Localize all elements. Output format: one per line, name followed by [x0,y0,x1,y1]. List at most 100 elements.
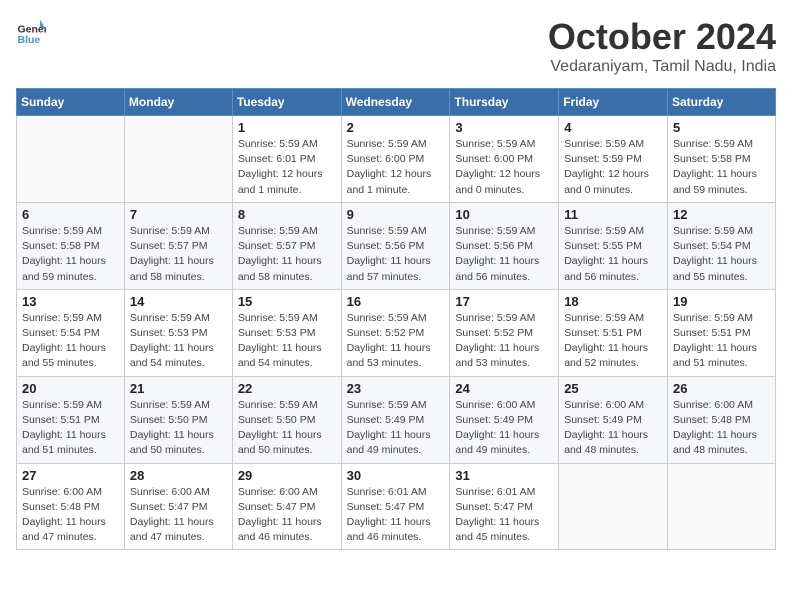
day-info: Sunrise: 5:59 AM Sunset: 5:58 PM Dayligh… [673,137,770,198]
calendar-cell: 10 Sunrise: 5:59 AM Sunset: 5:56 PM Dayli… [450,202,559,289]
calendar-cell: 31Sunrise: 6:01 AM Sunset: 5:47 PM Dayli… [450,463,559,550]
day-number: 3 [455,120,553,135]
calendar-cell: 29 Sunrise: 6:00 AM Sunset: 5:47 PM Dayli… [232,463,341,550]
day-info: Sunrise: 5:59 AM Sunset: 5:56 PM Dayligh… [347,224,445,285]
calendar-week-row: 6 Sunrise: 5:59 AM Sunset: 5:58 PM Daylig… [17,202,776,289]
day-info: Sunrise: 5:59 AM Sunset: 5:54 PM Dayligh… [673,224,770,285]
calendar-cell: 9 Sunrise: 5:59 AM Sunset: 5:56 PM Daylig… [341,202,450,289]
day-number: 29 [238,468,336,483]
day-number: 16 [347,294,445,309]
day-number: 15 [238,294,336,309]
calendar-header: SundayMondayTuesdayWednesdayThursdayFrid… [17,89,776,116]
day-number: 24 [455,381,553,396]
day-info: Sunrise: 5:59 AM Sunset: 5:52 PM Dayligh… [455,311,553,372]
calendar-cell: 19Sunrise: 5:59 AM Sunset: 5:51 PM Dayli… [668,289,776,376]
calendar-cell: 15 Sunrise: 5:59 AM Sunset: 5:53 PM Dayli… [232,289,341,376]
day-number: 14 [130,294,227,309]
weekday-header-friday: Friday [559,89,668,116]
day-info: Sunrise: 5:59 AM Sunset: 5:53 PM Dayligh… [238,311,336,372]
calendar-week-row: 27 Sunrise: 6:00 AM Sunset: 5:48 PM Dayli… [17,463,776,550]
day-info: Sunrise: 5:59 AM Sunset: 5:55 PM Dayligh… [564,224,662,285]
day-info: Sunrise: 5:59 AM Sunset: 6:00 PM Dayligh… [347,137,445,198]
day-info: Sunrise: 5:59 AM Sunset: 5:57 PM Dayligh… [130,224,227,285]
day-info: Sunrise: 5:59 AM Sunset: 5:58 PM Dayligh… [22,224,119,285]
day-info: Sunrise: 5:59 AM Sunset: 5:51 PM Dayligh… [22,398,119,459]
page-header: General Blue October 2024 Vedaraniyam, T… [16,16,776,76]
calendar-cell [668,463,776,550]
calendar-week-row: 13 Sunrise: 5:59 AM Sunset: 5:54 PM Dayli… [17,289,776,376]
day-number: 27 [22,468,119,483]
weekday-header-tuesday: Tuesday [232,89,341,116]
day-number: 31 [455,468,553,483]
day-number: 28 [130,468,227,483]
day-info: Sunrise: 5:59 AM Sunset: 6:00 PM Dayligh… [455,137,553,198]
calendar-cell: 18 Sunrise: 5:59 AM Sunset: 5:51 PM Dayli… [559,289,668,376]
weekday-header-saturday: Saturday [668,89,776,116]
day-info: Sunrise: 6:00 AM Sunset: 5:49 PM Dayligh… [455,398,553,459]
day-number: 6 [22,207,119,222]
day-info: Sunrise: 5:59 AM Sunset: 5:54 PM Dayligh… [22,311,119,372]
calendar-cell: 28Sunrise: 6:00 AM Sunset: 5:47 PM Dayli… [124,463,232,550]
day-info: Sunrise: 6:00 AM Sunset: 5:48 PM Dayligh… [673,398,770,459]
day-number: 8 [238,207,336,222]
day-number: 9 [347,207,445,222]
calendar-cell: 23 Sunrise: 5:59 AM Sunset: 5:49 PM Dayli… [341,376,450,463]
day-info: Sunrise: 6:00 AM Sunset: 5:49 PM Dayligh… [564,398,662,459]
day-info: Sunrise: 6:00 AM Sunset: 5:48 PM Dayligh… [22,485,119,546]
day-info: Sunrise: 5:59 AM Sunset: 6:01 PM Dayligh… [238,137,336,198]
day-number: 26 [673,381,770,396]
day-info: Sunrise: 5:59 AM Sunset: 5:59 PM Dayligh… [564,137,662,198]
day-info: Sunrise: 5:59 AM Sunset: 5:51 PM Dayligh… [564,311,662,372]
calendar-week-row: 20 Sunrise: 5:59 AM Sunset: 5:51 PM Dayli… [17,376,776,463]
day-number: 22 [238,381,336,396]
day-number: 20 [22,381,119,396]
calendar-table: SundayMondayTuesdayWednesdayThursdayFrid… [16,88,776,550]
day-number: 23 [347,381,445,396]
day-number: 4 [564,120,662,135]
calendar-week-row: 1Sunrise: 5:59 AM Sunset: 6:01 PM Daylig… [17,116,776,203]
calendar-cell: 14Sunrise: 5:59 AM Sunset: 5:53 PM Dayli… [124,289,232,376]
day-info: Sunrise: 5:59 AM Sunset: 5:51 PM Dayligh… [673,311,770,372]
weekday-header-row: SundayMondayTuesdayWednesdayThursdayFrid… [17,89,776,116]
day-info: Sunrise: 5:59 AM Sunset: 5:49 PM Dayligh… [347,398,445,459]
calendar-cell [17,116,125,203]
day-number: 10 [455,207,553,222]
calendar-cell: 21 Sunrise: 5:59 AM Sunset: 5:50 PM Dayli… [124,376,232,463]
weekday-header-wednesday: Wednesday [341,89,450,116]
day-number: 21 [130,381,227,396]
calendar-cell: 2 Sunrise: 5:59 AM Sunset: 6:00 PM Daylig… [341,116,450,203]
day-info: Sunrise: 5:59 AM Sunset: 5:50 PM Dayligh… [238,398,336,459]
day-number: 13 [22,294,119,309]
day-number: 11 [564,207,662,222]
day-number: 7 [130,207,227,222]
day-number: 17 [455,294,553,309]
svg-text:Blue: Blue [18,34,41,46]
day-number: 18 [564,294,662,309]
calendar-cell: 7 Sunrise: 5:59 AM Sunset: 5:57 PM Daylig… [124,202,232,289]
day-info: Sunrise: 5:59 AM Sunset: 5:52 PM Dayligh… [347,311,445,372]
calendar-cell: 1Sunrise: 5:59 AM Sunset: 6:01 PM Daylig… [232,116,341,203]
calendar-cell [124,116,232,203]
calendar-cell: 20 Sunrise: 5:59 AM Sunset: 5:51 PM Dayli… [17,376,125,463]
day-info: Sunrise: 5:59 AM Sunset: 5:50 PM Dayligh… [130,398,227,459]
calendar-cell: 16 Sunrise: 5:59 AM Sunset: 5:52 PM Dayli… [341,289,450,376]
calendar-cell: 5Sunrise: 5:59 AM Sunset: 5:58 PM Daylig… [668,116,776,203]
weekday-header-sunday: Sunday [17,89,125,116]
month-title: October 2024 [548,16,776,58]
calendar-cell: 8Sunrise: 5:59 AM Sunset: 5:57 PM Daylig… [232,202,341,289]
logo: General Blue [16,16,46,46]
day-info: Sunrise: 6:00 AM Sunset: 5:47 PM Dayligh… [238,485,336,546]
calendar-cell: 22 Sunrise: 5:59 AM Sunset: 5:50 PM Dayli… [232,376,341,463]
day-info: Sunrise: 5:59 AM Sunset: 5:56 PM Dayligh… [455,224,553,285]
calendar-cell: 12Sunrise: 5:59 AM Sunset: 5:54 PM Dayli… [668,202,776,289]
calendar-cell: 4 Sunrise: 5:59 AM Sunset: 5:59 PM Daylig… [559,116,668,203]
calendar-cell: 24 Sunrise: 6:00 AM Sunset: 5:49 PM Dayli… [450,376,559,463]
calendar-cell: 6 Sunrise: 5:59 AM Sunset: 5:58 PM Daylig… [17,202,125,289]
day-number: 2 [347,120,445,135]
location-title: Vedaraniyam, Tamil Nadu, India [548,58,776,76]
weekday-header-monday: Monday [124,89,232,116]
calendar-cell: 3 Sunrise: 5:59 AM Sunset: 6:00 PM Daylig… [450,116,559,203]
calendar-cell: 30Sunrise: 6:01 AM Sunset: 5:47 PM Dayli… [341,463,450,550]
day-info: Sunrise: 6:01 AM Sunset: 5:47 PM Dayligh… [347,485,445,546]
calendar-cell: 11 Sunrise: 5:59 AM Sunset: 5:55 PM Dayli… [559,202,668,289]
